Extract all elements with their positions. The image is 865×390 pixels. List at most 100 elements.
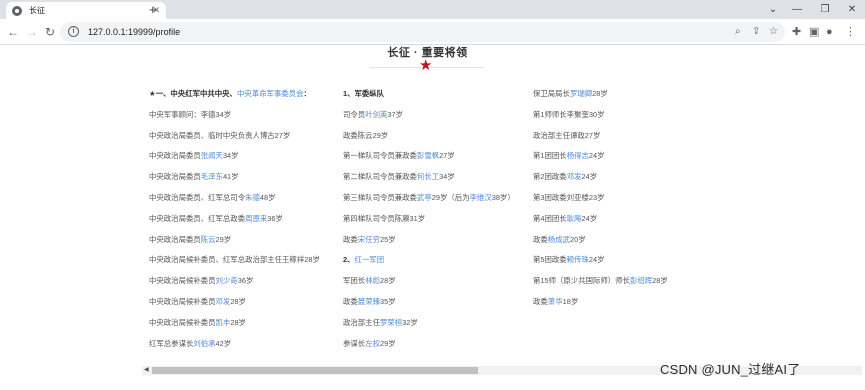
item-text: 政委 — [533, 296, 548, 306]
name-link[interactable]: 陈云 — [201, 235, 216, 244]
item-text: 34岁 — [222, 151, 239, 161]
item-text: 第1师师长李聚奎 — [533, 109, 589, 119]
name-link[interactable]: 红一军团 — [355, 255, 385, 264]
name-link[interactable]: 罗荣桓 — [380, 318, 402, 327]
name-link[interactable]: 左权 — [365, 339, 380, 348]
column-military-commission: 1、军委纵队 司令员叶剑英37岁 政委陈云29岁 第一梯队司令员兼政委彭雪枫27岁 第二… — [343, 88, 515, 358]
name-link[interactable]: 何长工 — [417, 172, 439, 181]
list-item: 政委萧华18岁 — [533, 296, 668, 317]
name-link[interactable]: 杨得志 — [567, 151, 589, 160]
site-info-icon[interactable]: i — [68, 26, 79, 37]
list-item: 保卫局局长罗瑞卿28岁 — [533, 88, 668, 109]
item-text: 司令员 — [343, 109, 366, 119]
name-link[interactable]: 罗瑞卿 — [570, 89, 592, 98]
name-link[interactable]: 毛泽东 — [201, 172, 223, 181]
list-item: 中央政治局候补委员凯丰28岁 — [149, 317, 320, 338]
tab-title: 长征 — [29, 6, 45, 15]
list-item: 第二梯队司令员兼政委何长工34岁 — [343, 171, 515, 192]
address-bar[interactable]: i 127.0.0.1:19999/profile ⌕ ⇪ ☆ — [60, 22, 785, 42]
bookmark-star-icon[interactable]: ☆ — [769, 26, 778, 38]
item-text: 中央政治局委员 — [149, 172, 201, 182]
list-item: 参谋长左权29岁 — [343, 338, 515, 359]
name-link[interactable]: 武亭 — [417, 193, 432, 202]
name-link[interactable]: 周恩来 — [245, 214, 267, 223]
name-link[interactable]: 李维汉 — [470, 193, 492, 202]
name-link[interactable]: 中央革命军事委员会 — [237, 89, 304, 98]
close-window-button[interactable]: ✕ — [837, 0, 865, 19]
item-text: 20岁 — [569, 234, 586, 244]
item-text: 中央政治局委员、红军总政委 — [149, 213, 246, 223]
item-text: 24岁 — [588, 151, 605, 161]
name-link[interactable]: 刘伯承 — [193, 339, 215, 348]
item-text: 第4团团长 — [533, 213, 567, 223]
item-text: 第二梯队司令员兼政委 — [343, 172, 417, 182]
name-link[interactable]: 朱德 — [245, 193, 260, 202]
new-tab-button[interactable]: + — [149, 1, 157, 18]
item-text: 中央政治局候补委员 — [149, 317, 216, 327]
back-arrow-icon[interactable]: ← — [5, 23, 21, 41]
item-text: 中央政治局委员、红军总司令 — [149, 192, 246, 202]
name-link[interactable]: 彭雪枫 — [417, 151, 439, 160]
name-link[interactable]: 彭绍辉 — [630, 276, 652, 285]
name-link[interactable]: 萧华 — [548, 297, 563, 306]
list-item: 第15师（原少共国际师）师长彭绍辉28岁 — [533, 275, 668, 296]
name-link[interactable]: 凯丰 — [216, 318, 231, 327]
item-text: 政治部主任谭政 — [533, 130, 585, 140]
item-text: 中央政治局委员 — [149, 151, 201, 161]
name-link[interactable]: 耿飚 — [567, 214, 582, 223]
item-text: 军团长 — [343, 276, 366, 286]
item-text: 31岁 — [409, 213, 426, 223]
item-text: 24岁 — [581, 213, 598, 223]
name-link[interactable]: 邓发 — [567, 172, 582, 181]
item-text: 2、 — [343, 255, 355, 265]
item-text: 24岁 — [581, 172, 598, 182]
minimize-button[interactable]: — — [782, 0, 812, 19]
reload-icon[interactable]: ↻ — [42, 23, 58, 41]
item-text: 48岁 — [259, 192, 276, 202]
list-item: 司令员叶剑英37岁 — [343, 109, 515, 130]
red-star-icon: ★ — [419, 57, 433, 74]
item-text: 41岁 — [222, 172, 239, 182]
restore-button[interactable]: ❐ — [810, 0, 840, 19]
name-link[interactable]: 聂荣臻 — [358, 297, 380, 306]
search-icon[interactable]: ⌕ — [735, 26, 741, 38]
tab-strip: 长征 ✕ + ⌄ — ❐ ✕ — [0, 0, 865, 19]
scrollbar-thumb[interactable] — [152, 367, 478, 374]
extensions-puzzle-icon[interactable]: ✚ — [792, 25, 801, 39]
name-link[interactable]: 赖传珠 — [567, 255, 589, 264]
item-text: 27岁 — [274, 130, 291, 140]
list-item: 政治部主任罗荣桓32岁 — [343, 317, 515, 338]
list-item: 政委聂荣臻35岁 — [343, 296, 515, 317]
watermark: CSDN @JUN_过继AI了 — [660, 362, 801, 377]
name-link[interactable]: 林彪 — [365, 276, 380, 285]
item-text: 36岁 — [237, 276, 254, 286]
list-item: 第1团团长杨得志24岁 — [533, 150, 668, 171]
name-link[interactable]: 杨成武 — [548, 235, 570, 244]
name-link[interactable]: 张闻天 — [201, 151, 223, 160]
list-item: 第4团团长耿飚24岁 — [533, 213, 668, 234]
url-text[interactable]: 127.0.0.1:19999/profile — [88, 22, 180, 42]
side-panel-icon[interactable]: ▣ — [809, 25, 819, 39]
item-text: 35岁 — [379, 296, 396, 306]
list-item: 中央政治局委员、红军总政委周恩来36岁 — [149, 213, 320, 234]
list-item: 第2团政委邓发24岁 — [533, 171, 668, 192]
scroll-left-arrow-icon[interactable]: ◀ — [144, 367, 149, 374]
name-link[interactable]: 宋任穷 — [358, 235, 380, 244]
name-link[interactable]: 刘少奇 — [216, 276, 238, 285]
item-text: 18岁 — [562, 296, 579, 306]
item-text: 中央政治局候补委员 — [149, 296, 216, 306]
name-link[interactable]: 叶剑英 — [365, 110, 387, 119]
item-text: 第5团政委 — [533, 255, 567, 265]
browser-tab[interactable]: 长征 ✕ — [6, 2, 166, 19]
section-heading: 1、军委纵队 — [343, 88, 515, 109]
menu-kebab-icon[interactable]: ⋮ — [845, 25, 856, 39]
item-text: 第1团团长 — [533, 151, 567, 161]
item-text: 27岁 — [584, 130, 601, 140]
item-text: 参谋长 — [343, 338, 366, 348]
item-text: 第2团政委 — [533, 172, 567, 182]
share-icon[interactable]: ⇪ — [752, 26, 760, 38]
item-text: 第四梯队司令员陈赓 — [343, 213, 410, 223]
name-link[interactable]: 邓发 — [216, 297, 231, 306]
profile-avatar-icon[interactable]: ● — [826, 25, 833, 39]
forward-arrow-icon[interactable]: → — [24, 23, 40, 41]
